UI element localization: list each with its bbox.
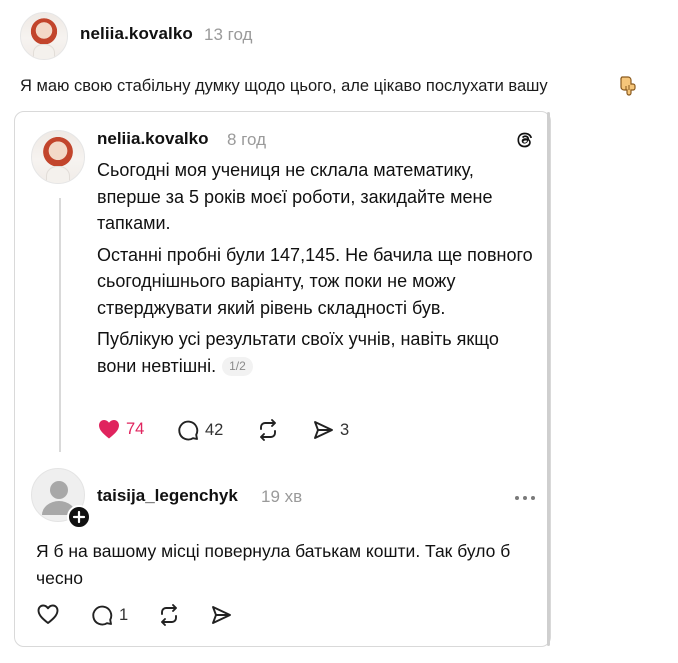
reply-comment-button[interactable]: 1 xyxy=(90,603,128,627)
post-text: Я маю свою стабільну думку щодо цього, а… xyxy=(20,77,548,95)
share-count: 3 xyxy=(340,420,350,439)
card-scrollbar[interactable] xyxy=(547,112,550,646)
post-paragraph-text: Публікую усі результати своїх учнів, нав… xyxy=(97,329,499,376)
reply-repost-button[interactable] xyxy=(157,603,181,627)
quoted-author-username[interactable]: neliia.kovalko xyxy=(97,129,209,149)
reply-author-username[interactable]: taisija_legenchyk xyxy=(97,486,238,506)
post-paragraph: Сьогодні моя учениця не склала математик… xyxy=(97,160,493,233)
share-icon xyxy=(311,418,335,442)
follow-plus-icon[interactable] xyxy=(67,505,91,529)
quoted-author-avatar[interactable] xyxy=(31,130,85,184)
like-count: 74 xyxy=(126,419,145,438)
repost-icon xyxy=(157,603,181,627)
reply-share-button[interactable] xyxy=(209,603,233,627)
post-timestamp: 13 год xyxy=(204,25,253,44)
thread-connector-line xyxy=(59,198,61,452)
share-button[interactable]: 3 xyxy=(311,418,349,442)
reply-comment-count: 1 xyxy=(119,605,129,624)
author-avatar[interactable] xyxy=(20,12,68,60)
more-icon[interactable] xyxy=(514,490,536,500)
quoted-post-body: Сьогодні моя учениця не склала математик… xyxy=(97,157,537,384)
heart-outline-icon xyxy=(36,603,60,625)
comment-icon xyxy=(176,418,200,442)
reply-timestamp: 19 хв xyxy=(261,487,303,506)
page-indicator-badge: 1/2 xyxy=(222,356,253,376)
repost-icon xyxy=(256,418,280,442)
comment-button[interactable]: 42 xyxy=(176,418,223,442)
author-username[interactable]: neliia.kovalko xyxy=(80,24,193,44)
heart-icon xyxy=(97,418,121,440)
post-paragraph: Публікую усі результати своїх учнів, нав… xyxy=(97,326,537,379)
hand-point-down-icon xyxy=(616,74,638,96)
share-icon xyxy=(209,603,233,627)
repost-button[interactable] xyxy=(256,418,280,442)
quoted-post-timestamp: 8 год xyxy=(227,130,267,149)
post-paragraph: Останні пробні були 147,145. Не бачила щ… xyxy=(97,244,533,318)
like-button[interactable]: 74 xyxy=(97,418,144,440)
reply-text: Я б на вашому місці повернула батькам ко… xyxy=(36,541,511,588)
reply-like-button[interactable] xyxy=(36,603,60,625)
comment-icon xyxy=(90,603,114,627)
comment-count: 42 xyxy=(205,420,224,439)
threads-logo-icon[interactable] xyxy=(514,129,536,151)
